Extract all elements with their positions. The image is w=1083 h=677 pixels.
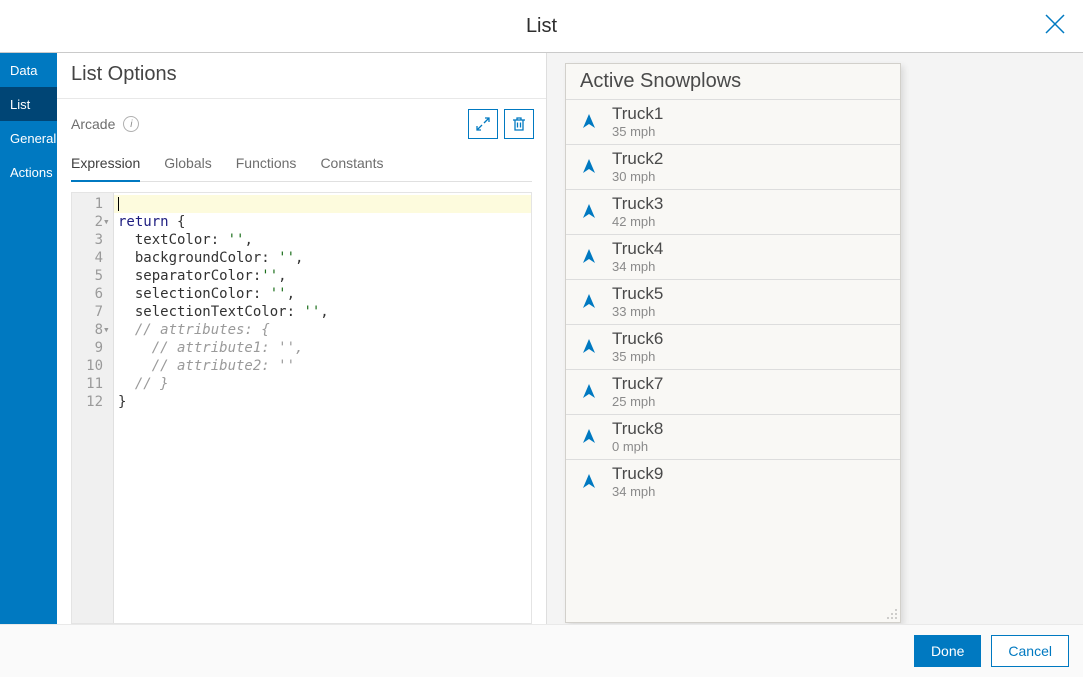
expand-editor-button[interactable] (468, 109, 498, 139)
info-icon[interactable]: i (123, 116, 139, 132)
list-item-name: Truck6 (612, 329, 663, 349)
arrow-up-icon (579, 247, 599, 267)
arrow-up-icon (579, 292, 599, 312)
expand-icon (475, 116, 491, 132)
list-item-sub: 34 mph (612, 484, 663, 500)
dialog-title: List (526, 15, 557, 38)
list-item-name: Truck1 (612, 104, 663, 124)
tab-globals[interactable]: Globals (164, 147, 211, 181)
arrow-up-icon (579, 202, 599, 222)
trash-icon (511, 116, 527, 132)
close-icon (1043, 12, 1067, 36)
list-item-name: Truck8 (612, 419, 663, 439)
list-item-sub: 34 mph (612, 259, 663, 275)
preview-list[interactable]: Truck135 mphTruck230 mphTruck342 mphTruc… (566, 99, 900, 622)
list-item-sub: 33 mph (612, 304, 663, 320)
list-item[interactable]: Truck80 mph (566, 414, 900, 459)
preview-panel: Active Snowplows Truck135 mphTruck230 mp… (565, 63, 901, 623)
list-item-sub: 42 mph (612, 214, 663, 230)
delete-button[interactable] (504, 109, 534, 139)
preview-column: Active Snowplows Truck135 mphTruck230 mp… (547, 53, 1083, 624)
list-item-name: Truck3 (612, 194, 663, 214)
list-item-sub: 35 mph (612, 124, 663, 140)
list-item-sub: 35 mph (612, 349, 663, 365)
list-options-title: List Options (71, 63, 177, 85)
list-options-header: List Options (57, 53, 546, 99)
dialog-header: List (0, 0, 1083, 52)
tab-functions[interactable]: Functions (236, 147, 297, 181)
done-button[interactable]: Done (914, 635, 981, 667)
sidebar-item-general[interactable]: General (0, 121, 57, 155)
list-options-panel: List Options Arcade i (57, 53, 547, 624)
list-item-sub: 30 mph (612, 169, 663, 185)
list-item-name: Truck5 (612, 284, 663, 304)
arcade-row: Arcade i (57, 99, 546, 147)
list-item-sub: 0 mph (612, 439, 663, 455)
list-item[interactable]: Truck230 mph (566, 144, 900, 189)
arrow-up-icon (579, 112, 599, 132)
arrow-up-icon (579, 472, 599, 492)
list-item[interactable]: Truck434 mph (566, 234, 900, 279)
arrow-up-icon (579, 157, 599, 177)
code-editor[interactable]: 123456789101112 return { textColor: '', … (71, 192, 532, 624)
list-item-name: Truck9 (612, 464, 663, 484)
editor-tabs: Expression Globals Functions Constants (71, 147, 532, 182)
close-button[interactable] (1043, 12, 1067, 36)
cancel-button[interactable]: Cancel (991, 635, 1069, 667)
list-item[interactable]: Truck635 mph (566, 324, 900, 369)
language-label: Arcade (71, 116, 115, 132)
sidebar-item-data[interactable]: Data (0, 53, 57, 87)
list-item[interactable]: Truck342 mph (566, 189, 900, 234)
arrow-up-icon (579, 382, 599, 402)
list-item-name: Truck7 (612, 374, 663, 394)
sidebar-item-actions[interactable]: Actions (0, 155, 57, 189)
list-item[interactable]: Truck533 mph (566, 279, 900, 324)
sidebar-item-list[interactable]: List (0, 87, 57, 121)
list-item-name: Truck4 (612, 239, 663, 259)
tab-expression[interactable]: Expression (71, 147, 140, 181)
list-item-name: Truck2 (612, 149, 663, 169)
list-item[interactable]: Truck135 mph (566, 99, 900, 144)
settings-sidebar: DataListGeneralActions (0, 53, 57, 624)
list-item[interactable]: Truck725 mph (566, 369, 900, 414)
resize-grip-icon[interactable] (886, 608, 898, 620)
dialog-footer: Done Cancel (0, 625, 1083, 677)
arrow-up-icon (579, 337, 599, 357)
list-item[interactable]: Truck934 mph (566, 459, 900, 504)
tab-constants[interactable]: Constants (320, 147, 383, 181)
preview-title: Active Snowplows (566, 64, 900, 99)
list-item-sub: 25 mph (612, 394, 663, 410)
arrow-up-icon (579, 427, 599, 447)
